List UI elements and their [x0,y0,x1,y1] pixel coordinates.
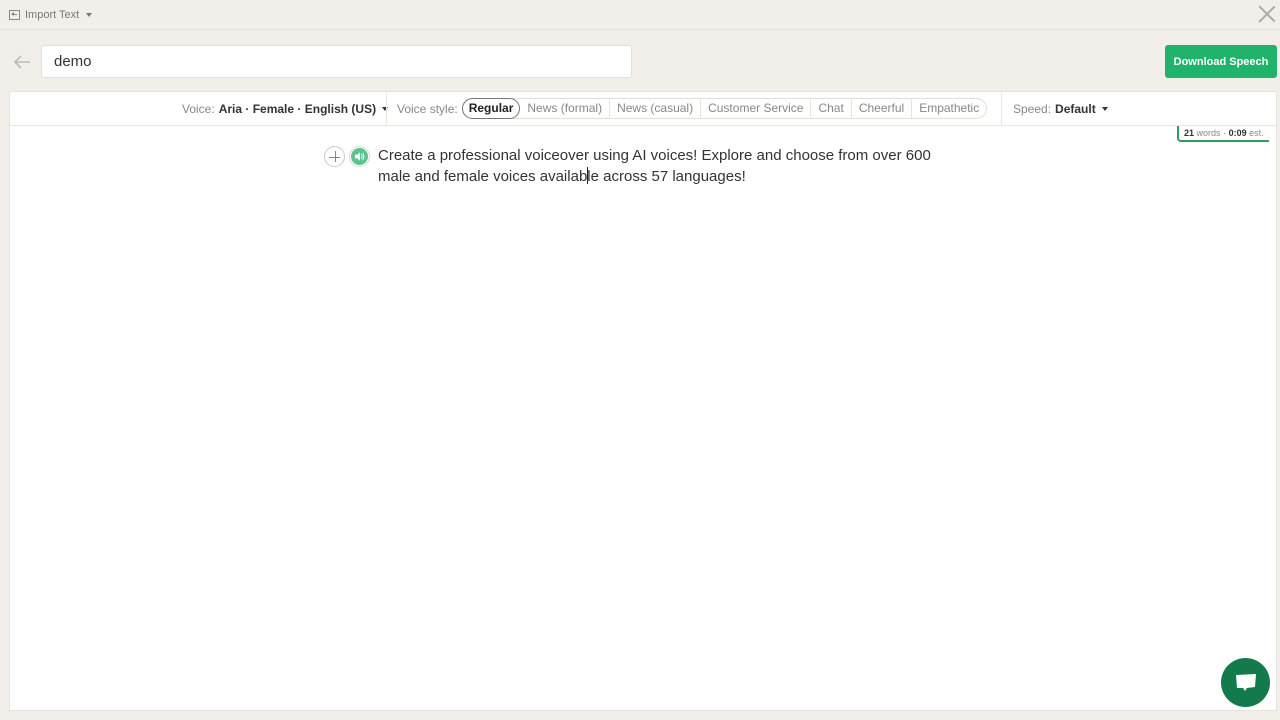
duration-value: 0:09 [1228,128,1247,138]
word-count-value: 21 [1184,128,1195,138]
paragraph-text-after: le across 57 languages! [587,168,746,185]
word-count-label: words [1196,128,1221,138]
play-paragraph-button[interactable] [349,146,370,167]
chevron-down-icon [1101,106,1108,111]
editor-panel: Voice: Aria · Female · English (US) Voic… [9,91,1277,711]
style-option-news-casual[interactable]: News (casual) [609,99,700,118]
voice-style-options: Regular News (formal) News (casual) Cust… [461,98,988,119]
style-option-news-formal[interactable]: News (formal) [520,99,609,118]
divider [1001,92,1002,125]
speed-selector[interactable]: Speed: Default [1013,92,1108,125]
project-title-input[interactable] [41,45,632,78]
import-text-button[interactable]: Import Text [9,7,93,23]
voice-style-label: Voice style: [397,101,458,116]
speed-label: Speed: [1013,101,1052,116]
voice-style-group: Voice style: Regular News (formal) News … [397,92,988,125]
arrow-left-icon [13,55,30,69]
voice-label: Voice: [182,101,215,116]
duration-label: est. [1249,128,1264,138]
top-bar: Import Text [0,0,1280,30]
close-icon[interactable] [1258,5,1276,23]
style-option-chat[interactable]: Chat [810,99,850,118]
style-option-customer-service[interactable]: Customer Service [700,99,810,118]
separator: · [1223,128,1227,138]
word-count-badge: 21 words · 0:09 est. [1177,126,1269,142]
chevron-down-icon [86,13,93,17]
import-icon [9,10,20,20]
paragraph-controls [324,146,370,167]
style-option-cheerful[interactable]: Cheerful [850,99,911,118]
voice-toolbar: Voice: Aria · Female · English (US) Voic… [10,92,1276,126]
paragraph-text[interactable]: Create a professional voiceover using AI… [378,145,938,187]
download-speech-button[interactable]: Download Speech [1165,45,1277,78]
back-button[interactable] [12,52,32,72]
style-option-regular[interactable]: Regular [461,98,521,119]
chat-bubble-icon [1235,673,1256,691]
voice-selector[interactable]: Voice: Aria · Female · English (US) [182,92,389,125]
voice-value: Aria · Female · English (US) [218,101,377,116]
chat-button[interactable] [1221,658,1270,707]
speed-value: Default [1055,101,1096,116]
style-option-empathetic[interactable]: Empathetic [911,99,986,118]
import-text-label: Import Text [25,9,80,21]
add-paragraph-button[interactable] [324,146,345,167]
divider [386,92,387,125]
speaker-icon [354,152,365,161]
